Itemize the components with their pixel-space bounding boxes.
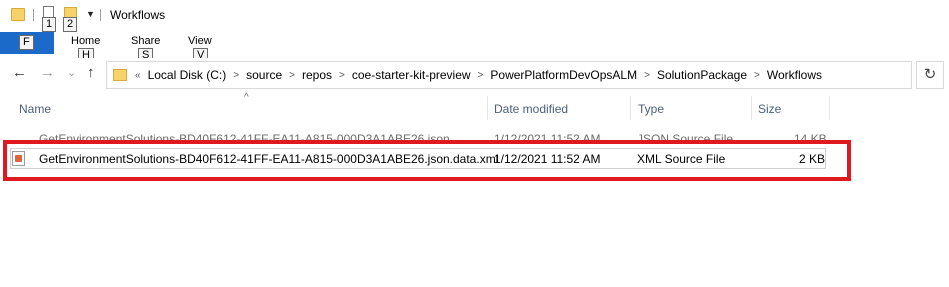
chevron-right-icon[interactable]: > <box>289 70 295 81</box>
breadcrumb-local-disk[interactable]: Local Disk (C:) <box>148 68 227 82</box>
breadcrumb-coe-starter-kit-preview[interactable]: coe-starter-kit-preview <box>352 68 471 82</box>
keytip-2: 2 <box>63 17 78 32</box>
breadcrumb-source[interactable]: source <box>246 68 282 82</box>
up-arrow-icon[interactable]: ↑ <box>87 64 95 81</box>
column-divider[interactable] <box>487 96 488 120</box>
chevron-right-icon[interactable]: > <box>339 70 345 81</box>
tab-view[interactable]: View <box>188 35 212 47</box>
separator <box>100 9 101 21</box>
chevron-right-icon[interactable]: > <box>478 70 484 81</box>
breadcrumb-repos[interactable]: repos <box>302 68 332 82</box>
back-arrow-icon[interactable]: ← <box>12 64 27 81</box>
address-bar[interactable]: « Local Disk (C:) > source > repos > coe… <box>106 61 912 89</box>
breadcrumb-powerplatformdevopsalm[interactable]: PowerPlatformDevOpsALM <box>490 68 637 82</box>
column-divider[interactable] <box>751 96 752 120</box>
navigation-bar: ← → ⌄ ↑ « Local Disk (C:) > source > rep… <box>0 58 949 92</box>
ribbon-tabs: F Home H Share S View V <box>0 32 949 63</box>
column-header-date-modified[interactable]: Date modified <box>494 102 568 116</box>
column-header-type[interactable]: Type <box>638 102 664 116</box>
keytip-1: 1 <box>42 17 57 32</box>
refresh-icon[interactable]: ↻ <box>916 61 944 89</box>
chevron-right-icon[interactable]: > <box>233 70 239 81</box>
sort-caret-icon: ^ <box>244 92 249 103</box>
forward-arrow-icon[interactable]: → <box>40 64 55 81</box>
column-divider[interactable] <box>630 96 631 120</box>
highlight-annotation-box <box>3 140 851 181</box>
recent-locations-chevron-icon[interactable]: ⌄ <box>67 66 76 79</box>
breadcrumb-workflows[interactable]: Workflows <box>767 68 822 82</box>
chevron-right-icon[interactable]: > <box>644 70 650 81</box>
chevron-right-icon[interactable]: > <box>754 70 760 81</box>
column-header-name[interactable]: Name <box>19 102 51 116</box>
title-bar: 1 2 ▼ Workflows <box>0 0 949 32</box>
breadcrumb: « Local Disk (C:) > source > repos > coe… <box>133 68 827 82</box>
tab-file[interactable]: F <box>0 32 54 54</box>
tab-share[interactable]: Share <box>131 35 160 47</box>
folder-icon <box>11 8 25 21</box>
folder-icon <box>113 69 127 81</box>
separator <box>33 9 34 21</box>
overflow-chevron-icon[interactable]: « <box>135 70 141 81</box>
breadcrumb-solutionpackage[interactable]: SolutionPackage <box>657 68 747 82</box>
customize-toolbar-dropdown-icon[interactable]: ▼ <box>86 9 95 19</box>
column-header-size[interactable]: Size <box>758 102 781 116</box>
column-divider[interactable] <box>829 96 830 120</box>
keytip-f: F <box>19 35 34 50</box>
tab-home[interactable]: Home <box>71 35 100 47</box>
window-title: Workflows <box>110 8 166 22</box>
column-headers: ^ Name Date modified Type Size <box>0 92 949 122</box>
